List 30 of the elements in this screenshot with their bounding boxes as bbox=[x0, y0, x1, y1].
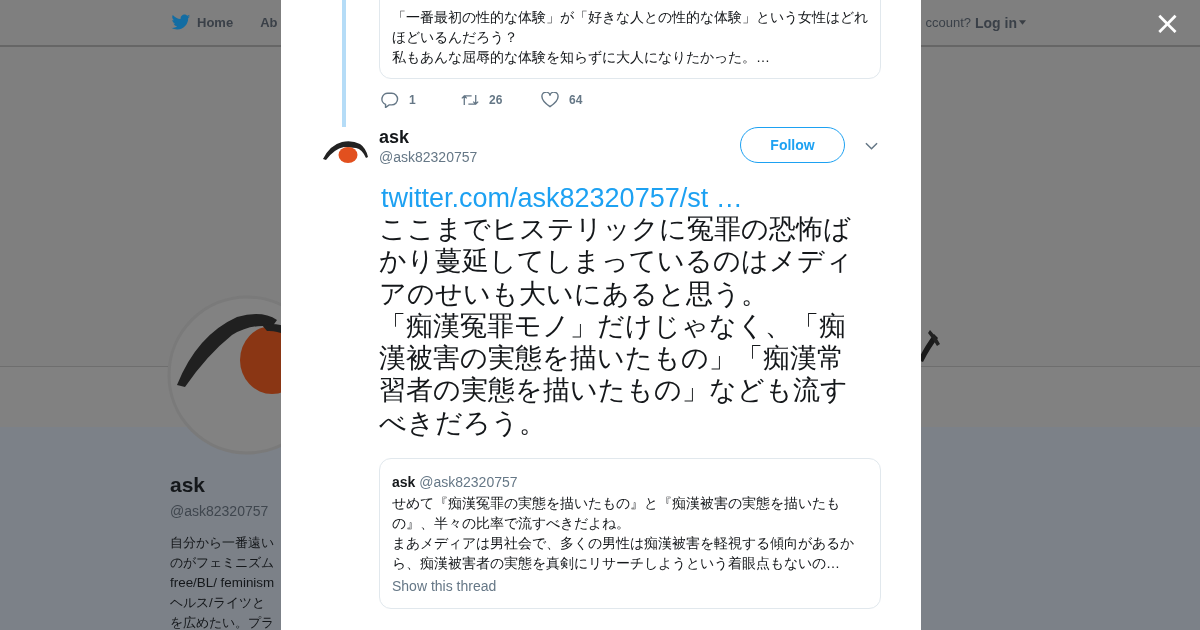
author-name[interactable]: ask bbox=[379, 126, 740, 148]
chevron-down-icon[interactable] bbox=[865, 142, 878, 150]
quoted-author-name: ask bbox=[392, 474, 416, 491]
profile-handle: @ask82320757 bbox=[170, 503, 270, 519]
action-count: 26 bbox=[489, 93, 503, 107]
follow-button[interactable]: Follow bbox=[740, 127, 845, 163]
quoted-tweet-card[interactable]: 「一番最初の性的な体験」が「好きな人との性的な体験」という女性はどれほどいるんだろう？ 私もあんな屈辱的な体験を知らずに大人になりたかった。… bbox=[379, 0, 881, 79]
action-count: 1 bbox=[409, 93, 416, 107]
login-link[interactable]: Log in bbox=[975, 14, 1026, 31]
quoted-author-handle: @ask82320757 bbox=[419, 474, 518, 491]
author-handle[interactable]: @ask82320757 bbox=[379, 149, 740, 165]
quoted-tweet-card[interactable]: ask @ask82320757 せめて『痴漢冤罪の実態を描いたもの』と『痴漢被害の実態を描いたもの』、半々の比率で流すべきだよね。 まあメディアは男社会で、多くの男性は痴漢被害を軽視する傾向があるから、痴漢被害者の実態を真剣にリサーチしようという着眼点もないの… Show this thread bbox=[379, 458, 881, 610]
action-count: 64 bbox=[569, 93, 583, 107]
profile-name: ask bbox=[170, 473, 207, 497]
nav-link[interactable]: Ab bbox=[260, 15, 278, 30]
show-thread-link[interactable]: Show this thread bbox=[392, 576, 868, 597]
tweet-text: 「痴漢冤罪モノ」だけじゃなく、「痴漢被害の実態を描いたもの」「痴漢常習者の実態を描いたもの」なども流すべきだろう。 bbox=[379, 309, 849, 440]
bird-icon bbox=[171, 14, 191, 31]
account-prompt: ccount? bbox=[925, 15, 971, 30]
reply-icon[interactable] bbox=[381, 92, 399, 108]
retweet-icon[interactable] bbox=[461, 92, 479, 108]
home-link[interactable]: Home bbox=[171, 14, 234, 31]
quoted-tweet-text: 「一番最初の性的な体験」が「好きな人との性的な体験」という女性はどれほどいるんだろう？ 私もあんな屈辱的な体験を知らずに大人になりたかった。… bbox=[392, 8, 868, 67]
caret-icon bbox=[1019, 20, 1026, 25]
tweet-link[interactable]: twitter.com/ask82320757/st … bbox=[381, 181, 921, 215]
quoted-tweet-text: せめて『痴漢冤罪の実態を描いたもの』と『痴漢被害の実態を描いたもの』、半々の比率で流すべきだよね。 bbox=[392, 494, 841, 534]
close-button[interactable]: × bbox=[1152, 6, 1183, 40]
quoted-tweet-text: まあメディアは男社会で、多くの男性は痴漢被害を軽視する傾向があるから、痴漢被害者の実態を真剣にリサーチしようという着眼点もないの… bbox=[392, 534, 855, 574]
tweet-text: ここまでヒステリックに冤罪の恐怖ばかり蔓延してしまっているのはメディアのせいも大いにあると思う。 bbox=[379, 213, 854, 310]
heart-icon[interactable] bbox=[541, 92, 559, 108]
